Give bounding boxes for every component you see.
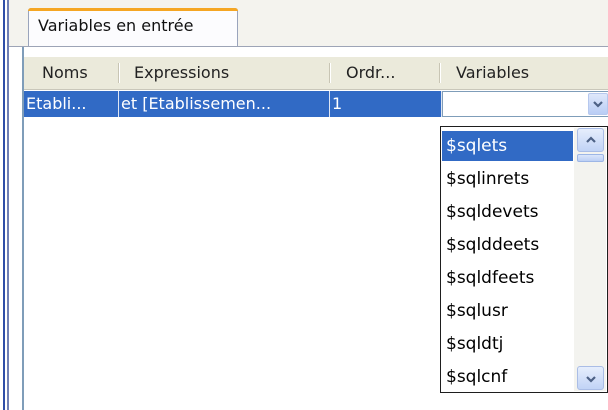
tab-variables-en-entree[interactable]: Variables en entrée bbox=[28, 8, 238, 46]
dropdown-item-sqlddeets[interactable]: $sqlddeets bbox=[442, 230, 573, 260]
cell-ordre[interactable]: 1 bbox=[330, 91, 442, 117]
combobox-dropdown-button[interactable] bbox=[588, 93, 608, 115]
column-divider[interactable] bbox=[329, 63, 330, 83]
column-divider[interactable] bbox=[439, 63, 440, 83]
dropdown-scrollbar[interactable] bbox=[574, 128, 606, 391]
column-header-ordre[interactable]: Ordr... bbox=[332, 57, 439, 89]
dropdown-item-sqlets[interactable]: $sqlets bbox=[442, 131, 573, 161]
frame-border bbox=[3, 0, 5, 410]
dropdown-item-sqlinrets[interactable]: $sqlinrets bbox=[442, 164, 573, 194]
tab-strip: Variables en entrée bbox=[9, 0, 608, 47]
dropdown-item-sqlcnf[interactable]: $sqlcnf bbox=[442, 362, 573, 392]
column-header-expressions[interactable]: Expressions bbox=[121, 57, 329, 89]
column-divider[interactable] bbox=[118, 63, 119, 83]
column-header-noms[interactable]: Noms bbox=[24, 57, 118, 89]
dropdown-item-sqlusr[interactable]: $sqlusr bbox=[442, 296, 573, 326]
frame-border-inner bbox=[7, 0, 9, 410]
cell-expression[interactable]: et [Etablissemen... bbox=[119, 91, 330, 117]
chevron-up-icon bbox=[586, 136, 596, 143]
scrollbar-thumb[interactable] bbox=[577, 154, 604, 162]
chevron-down-icon bbox=[586, 376, 596, 383]
variables-combobox[interactable] bbox=[442, 91, 608, 117]
grid-header: Noms Expressions Ordr... Variables bbox=[24, 57, 608, 90]
table-row[interactable]: Etabli... et [Etablissemen... 1 bbox=[24, 91, 608, 117]
column-header-variables[interactable]: Variables bbox=[442, 57, 608, 89]
cell-nom[interactable]: Etabli... bbox=[24, 91, 119, 117]
scroll-up-button[interactable] bbox=[577, 128, 604, 152]
variables-dropdown-list: $sqlets $sqlinrets $sqldevets $sqlddeets… bbox=[440, 126, 608, 393]
dropdown-item-sqldfeets[interactable]: $sqldfeets bbox=[442, 263, 573, 293]
dropdown-item-sqldtj[interactable]: $sqldtj bbox=[442, 329, 573, 359]
window-frame-left bbox=[0, 0, 9, 410]
scroll-down-button[interactable] bbox=[577, 366, 604, 390]
chevron-down-icon bbox=[593, 101, 603, 108]
dropdown-item-sqldevets[interactable]: $sqldevets bbox=[442, 197, 573, 227]
